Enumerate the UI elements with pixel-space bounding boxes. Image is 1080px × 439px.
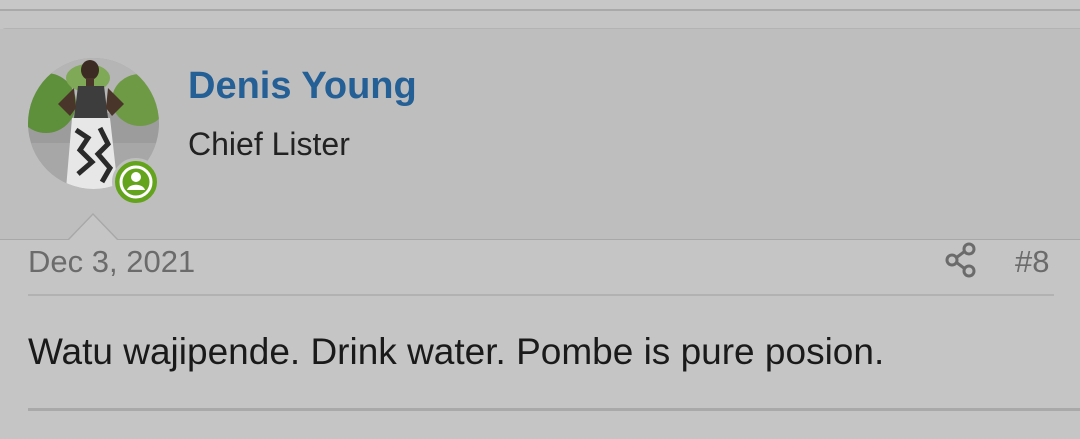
post-header-divider xyxy=(28,294,1054,296)
user-title: Chief Lister xyxy=(188,126,350,162)
user-online-icon xyxy=(119,165,153,199)
post-user-block: Denis Young Chief Lister xyxy=(0,29,1080,240)
post-date[interactable]: Dec 3, 2021 xyxy=(28,244,195,280)
post-card: Denis Young Chief Lister xyxy=(0,28,1080,439)
thread-page: Denis Young Chief Lister Dec 3, 2021 #8 … xyxy=(0,0,1080,439)
post-footer-edge xyxy=(28,408,1080,411)
online-status-badge xyxy=(112,158,160,206)
username[interactable]: Denis Young xyxy=(188,65,417,108)
post-message: Watu wajipende. Drink water. Pombe is pu… xyxy=(28,331,885,372)
post-number-link[interactable]: #8 xyxy=(1015,244,1049,280)
share-icon[interactable] xyxy=(943,242,979,278)
previous-post-edge xyxy=(0,0,1080,11)
